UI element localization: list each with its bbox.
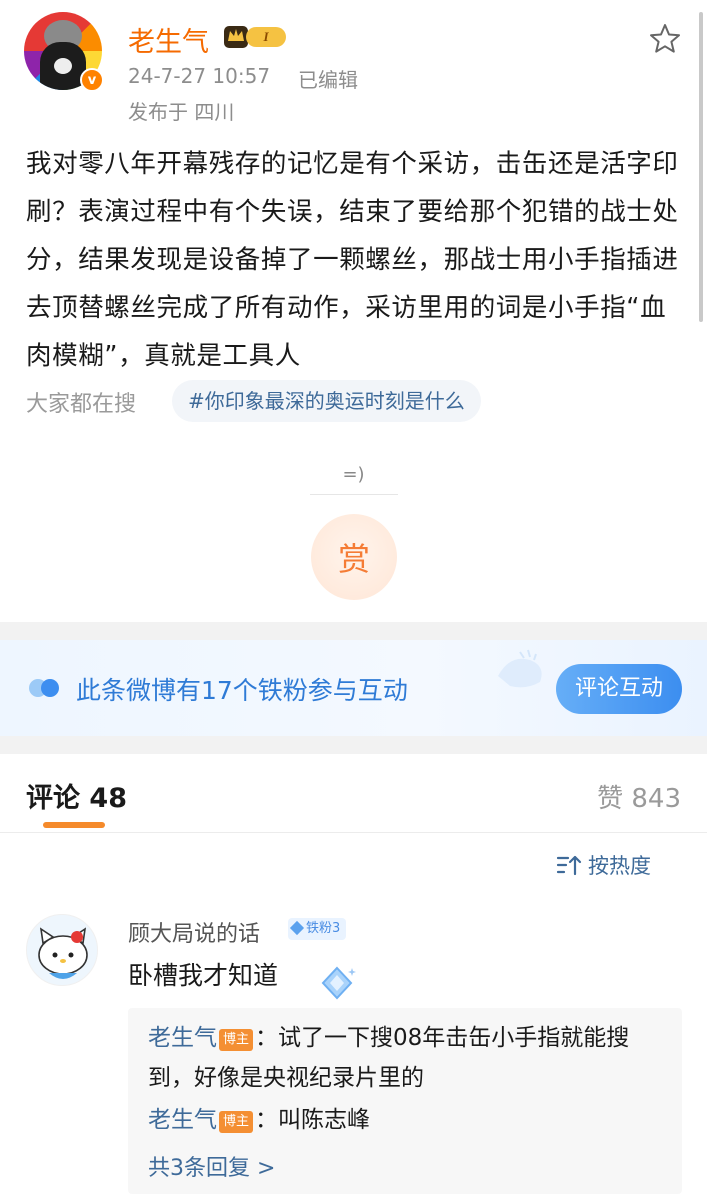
commenter-name[interactable]: 顾大局说的话 xyxy=(128,916,260,948)
reward-button[interactable]: 赏 xyxy=(311,514,397,600)
reply-author[interactable]: 老生气 xyxy=(148,1025,217,1051)
reply-text: ：叫陈志峰 xyxy=(255,1107,371,1133)
sort-icon xyxy=(556,855,582,876)
active-tab-indicator xyxy=(43,822,105,828)
edited-label[interactable]: 已编辑 xyxy=(298,64,358,93)
post-body-text: 我对零八年开幕残存的记忆是有个采访，击缶还是活字印刷？表演过程中有个失误，结束了… xyxy=(26,149,679,371)
sort-label: 按热度 xyxy=(588,854,651,878)
hashtag-chip[interactable]: #你印象最深的奥运时刻是什么 xyxy=(172,380,481,422)
diamond-icon xyxy=(289,920,305,936)
host-badge: 博主 xyxy=(219,1029,254,1051)
trending-search-label: 大家都在搜 xyxy=(26,392,137,417)
host-badge: 博主 xyxy=(219,1111,254,1133)
scrollbar[interactable] xyxy=(699,12,703,322)
tab-likes[interactable]: 赞 843 xyxy=(597,778,681,815)
post-header: v 老生气 I 24-7-27 10:57 已编辑 发布于 四川 xyxy=(0,0,707,130)
post-time: 24-7-27 10:57 xyxy=(128,64,271,88)
hello-kitty-avatar-icon xyxy=(38,927,88,979)
post-location: 发布于 四川 xyxy=(128,100,235,124)
verified-icon: v xyxy=(80,68,104,92)
favorite-star-icon[interactable] xyxy=(648,22,682,56)
tab-comments-label: 评论 xyxy=(26,783,80,814)
view-all-replies-link[interactable]: 共3条回复 > xyxy=(148,1150,275,1182)
level-label: I xyxy=(246,27,286,47)
tab-comments[interactable]: 评论 48 xyxy=(26,776,127,815)
reply-item: 老生气 博主 ：叫陈志峰 xyxy=(148,1100,668,1140)
diamond-sticker-icon xyxy=(321,966,356,1000)
commenter-avatar[interactable] xyxy=(26,914,98,986)
reward-message: =) xyxy=(342,464,365,485)
section-divider xyxy=(0,622,707,640)
avatar-cat-print xyxy=(54,58,72,74)
member-level-badge[interactable]: I xyxy=(222,22,286,50)
sort-by-hot-button[interactable]: 按热度 xyxy=(556,850,681,880)
fan-level-label: 铁粉3 xyxy=(306,921,341,936)
fans-interaction-text: 此条微博有17个铁粉参与互动 xyxy=(76,676,408,705)
reply-author[interactable]: 老生气 xyxy=(148,1107,217,1133)
comment-text: 卧槽我才知道 xyxy=(128,961,279,990)
fans-icon xyxy=(29,679,59,697)
author-name[interactable]: 老生气 xyxy=(128,20,209,59)
section-divider xyxy=(0,736,707,754)
banner-decoration-icon xyxy=(498,649,542,688)
reward-divider xyxy=(310,494,398,495)
tab-comments-count: 48 xyxy=(89,783,127,814)
tab-divider xyxy=(0,832,707,833)
reply-preview-box[interactable]: 老生气 博主 ：试了一下搜08年击缶小手指就能搜到，好像是央视纪录片里的 老生气 博主… xyxy=(128,1008,682,1194)
reply-item: 老生气 博主 ：试了一下搜08年击缶小手指就能搜到，好像是央视纪录片里的 xyxy=(148,1018,668,1098)
comment-interact-button[interactable]: 评论互动 xyxy=(556,664,682,714)
fan-level-badge[interactable]: 铁粉3 xyxy=(288,918,347,940)
